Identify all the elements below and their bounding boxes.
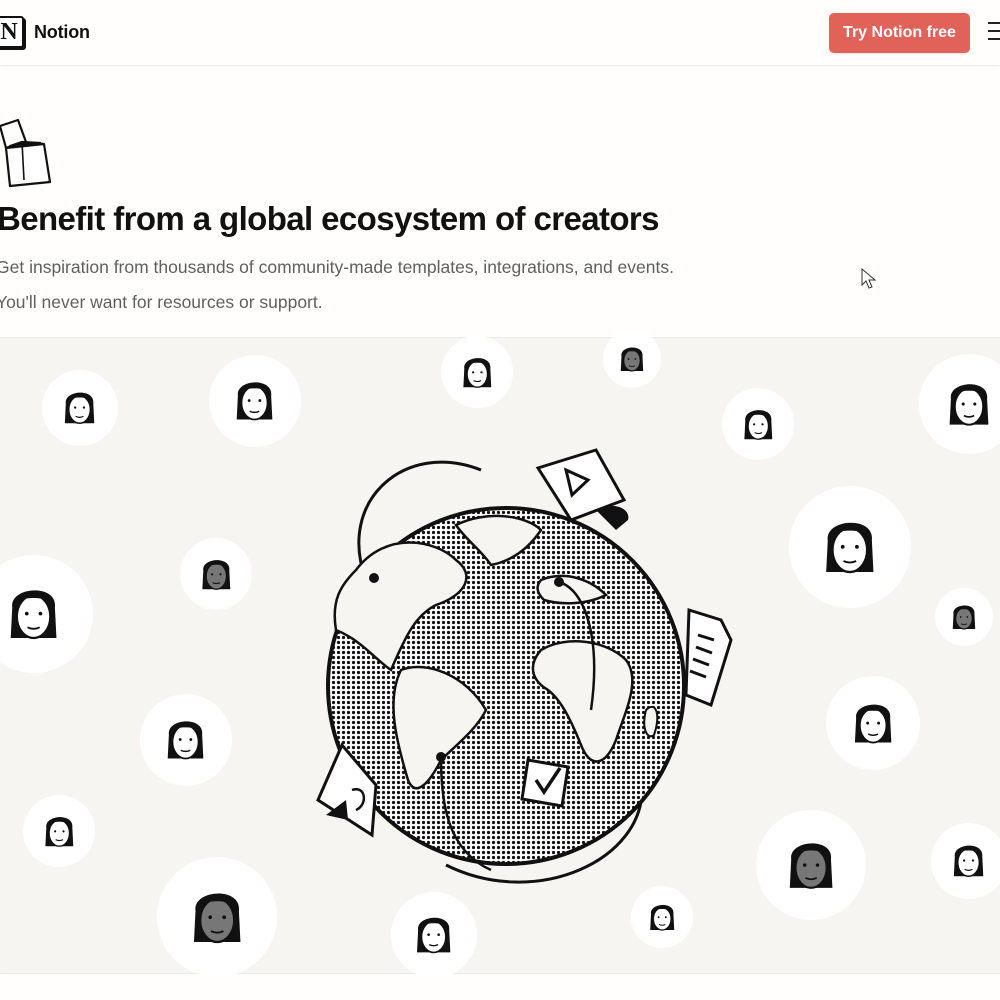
- checkbox-card-icon: [520, 758, 570, 808]
- try-notion-free-button[interactable]: Try Notion free: [829, 13, 970, 53]
- subtitle-line-2: You'll never want for resources or suppo…: [0, 292, 323, 312]
- open-box-icon: [0, 118, 52, 188]
- face-icon: [65, 393, 95, 425]
- globe-illustration: [316, 448, 733, 884]
- notion-logo-icon: N: [0, 16, 24, 48]
- face-icon: [193, 893, 241, 943]
- face-icon: [952, 605, 976, 630]
- face-icon: [417, 918, 451, 954]
- page-title: Benefit from a global ecosystem of creat…: [0, 200, 660, 237]
- avatar-man-gray: [180, 538, 252, 610]
- hamburger-menu-icon[interactable]: [988, 22, 1000, 42]
- face-icon: [237, 382, 273, 421]
- face-icon: [789, 843, 833, 889]
- avatar-woman-bob-right: [826, 676, 920, 770]
- avatar-man-bald-top: [603, 330, 661, 388]
- face-icon: [949, 384, 989, 426]
- avatar-woman-gray-long: [756, 810, 866, 920]
- top-navigation-bar: N Notion Try Notion free: [0, 0, 1000, 66]
- face-icon: [954, 846, 984, 878]
- menu-line: [988, 22, 1000, 24]
- avatar-woman-gray-small: [935, 588, 993, 646]
- avatar-man-curly: [931, 823, 1000, 899]
- avatar-woman-large: [789, 486, 911, 608]
- face-icon: [202, 559, 230, 590]
- notion-logo-link[interactable]: N Notion: [0, 16, 90, 48]
- face-icon: [463, 357, 491, 388]
- face-icon: [168, 721, 204, 760]
- face-icon: [826, 522, 874, 574]
- island: [643, 705, 659, 738]
- avatar-man-glasses: [23, 795, 95, 867]
- menu-line: [988, 30, 1000, 32]
- avatar-woman-bob: [42, 370, 118, 446]
- avatar-man-young: [391, 892, 477, 978]
- mouse-cursor-icon: [861, 268, 877, 289]
- face-icon: [11, 590, 57, 640]
- face-icon: [649, 904, 675, 931]
- location-pin: [369, 573, 379, 583]
- face-icon: [45, 816, 73, 847]
- subtitle-line-1: Get inspiration from thousands of commun…: [0, 257, 674, 277]
- face-icon: [854, 704, 892, 744]
- brand-name: Notion: [34, 21, 90, 42]
- avatar-man-short-hair: [441, 336, 513, 408]
- face-icon: [620, 347, 644, 372]
- avatar-woman-glasses: [631, 886, 693, 948]
- avatar-man-bald: [157, 857, 277, 977]
- document-card-icon: [684, 607, 733, 707]
- menu-line: [988, 38, 1000, 40]
- avatar-woman-long-hair: [209, 355, 301, 447]
- avatar-woman-straight: [140, 694, 232, 786]
